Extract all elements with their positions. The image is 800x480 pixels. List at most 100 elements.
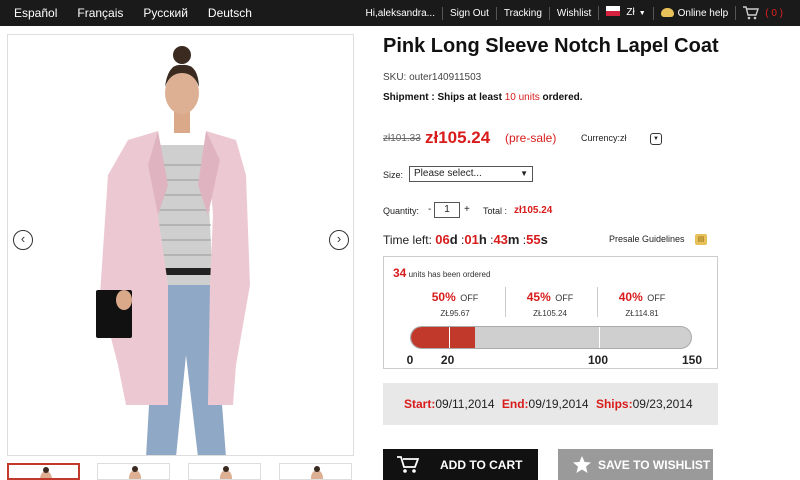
cart-icon [397,456,419,473]
ordered-count-text: 34 units has been ordered [393,266,490,280]
progress-tick [448,327,450,348]
shipment-info: Shipment : Ships at least 10 units order… [383,92,583,103]
shipment-suffix: ordered. [539,92,583,103]
end-label: End: [501,397,529,411]
add-to-cart-label: ADD TO CART [440,458,523,472]
ships-label: Ships: [595,397,633,411]
product-title: Pink Long Sleeve Notch Lapel Coat [383,35,719,57]
scale-label: 150 [681,353,703,367]
sign-out-link[interactable]: Sign Out [441,6,496,20]
timer-label: Time left: [383,233,432,247]
currency-selector[interactable]: Zł ▼ [598,6,652,20]
thumbnail-4[interactable] [279,463,352,480]
start-date: 09/11,2014 [435,397,495,411]
thumbnail-2[interactable] [97,463,170,480]
total-value: zł105.24 [514,205,553,216]
progress-track [410,326,692,349]
chevron-down-icon: ▼ [520,169,528,178]
presale-progress-box: 34 units has been ordered 50% OFF ZŁ95.6… [383,256,718,369]
size-select[interactable]: Please select... ▼ [409,166,533,182]
lang-francais[interactable]: Français [77,6,123,20]
thumbnail-strip [7,463,357,480]
quantity-label: Quantity: [383,206,420,216]
tier-off: OFF [460,293,479,303]
online-help-link[interactable]: Online help [652,6,736,20]
product-sku: SKU: outer140911503 [383,72,482,83]
currency-code: Zł [626,7,635,18]
countdown-timer: Time left: 06d :01h :43m :55s [383,232,548,247]
currency-label: Currency:zł [581,133,627,143]
star-icon [573,456,591,473]
cart-icon [743,6,760,20]
cart-count: ( 0 ) [765,7,783,19]
chevron-down-icon: ▼ [638,10,646,17]
ordered-count: 34 [393,266,407,280]
total-label: Total : [483,206,508,216]
tier-off: OFF [647,293,666,303]
user-greeting[interactable]: Hi,aleksandra... [359,7,442,20]
lang-espanol[interactable]: Español [14,6,57,20]
prev-image-button[interactable]: ‹ [13,230,33,250]
size-label: Size: [383,170,404,180]
price-row: zł101.33 zł105.24 (pre-sale) Currency:zł… [383,128,683,150]
save-to-wishlist-label: SAVE TO WISHLIST [598,458,711,472]
progress-fill [411,327,475,348]
shipment-units: 10 units [504,92,540,103]
presale-dates: Start:09/11,2014 End:09/19,2014 Ships:09… [383,383,718,425]
shipment-prefix: Shipment : Ships at least [383,92,505,103]
tier-percent: 50% [431,290,456,304]
discount-tier: 45% OFF ZŁ105.24 [505,288,595,318]
timer-seconds: 55 [526,232,541,247]
timer-days: 06 [435,232,450,247]
wishlist-link[interactable]: Wishlist [548,6,598,20]
size-select-value: Please select... [414,168,482,179]
lang-deutsch[interactable]: Deutsch [208,6,252,20]
presale-guidelines-link[interactable]: Presale Guidelines [609,234,685,244]
top-bar: Español Français Русский Deutsch Hi,alek… [0,0,800,26]
tier-price: ZŁ95.67 [440,309,470,318]
account-menu: Hi,aleksandra... Sign Out Tracking Wishl… [359,0,800,26]
presale-tag: (pre-sale) [505,131,557,145]
lang-russian[interactable]: Русский [143,6,188,20]
current-price: zł105.24 [425,128,491,147]
start-label: Start: [404,397,436,411]
online-help-label: Online help [677,7,729,19]
ships-date: 09/23,2014 [632,397,693,411]
thumbnail-3[interactable] [188,463,261,480]
scale-label: 0 [406,353,414,367]
next-image-button[interactable]: › [329,230,349,250]
tier-off: OFF [555,293,574,303]
ordered-label: units has been ordered [408,270,491,279]
discount-tier: 50% OFF ZŁ95.67 [410,288,500,318]
guide-book-icon[interactable]: ▤ [695,234,707,245]
timer-minutes-unit: m [507,232,520,247]
cart-link[interactable]: ( 0 ) [735,6,800,20]
timer-seconds-unit: s [540,232,548,247]
discount-tier: 40% OFF ZŁ114.81 [597,288,687,318]
timer-minutes: 43 [493,232,508,247]
timer-hours-unit: h [478,232,487,247]
progress-tick [599,327,600,348]
old-price: zł101.33 [383,133,421,144]
tier-percent: 45% [526,290,551,304]
product-image[interactable]: ‹ › [7,34,354,456]
model-photo [8,35,353,455]
tracking-link[interactable]: Tracking [495,6,549,20]
quantity-increase-button[interactable]: + [464,204,470,215]
timer-days-unit: d [449,232,458,247]
quantity-decrease-button[interactable]: - [428,204,431,215]
scale-label: 100 [587,353,609,367]
timer-hours: 01 [464,232,479,247]
tier-price: ZŁ105.24 [533,309,567,318]
quantity-input[interactable]: 1 [434,202,460,218]
language-menu: Español Français Русский Deutsch [0,0,256,26]
chat-bubble-icon [660,7,674,17]
tier-percent: 40% [618,290,643,304]
save-to-wishlist-button[interactable]: SAVE TO WISHLIST [558,449,713,480]
add-to-cart-button[interactable]: ADD TO CART [383,449,538,480]
scale-label: 20 [440,353,455,367]
tier-price: ZŁ114.81 [625,309,659,318]
end-date: 09/19,2014 [528,397,589,411]
thumbnail-1[interactable] [7,463,80,480]
currency-dropdown-icon[interactable]: ▼ [650,133,662,145]
